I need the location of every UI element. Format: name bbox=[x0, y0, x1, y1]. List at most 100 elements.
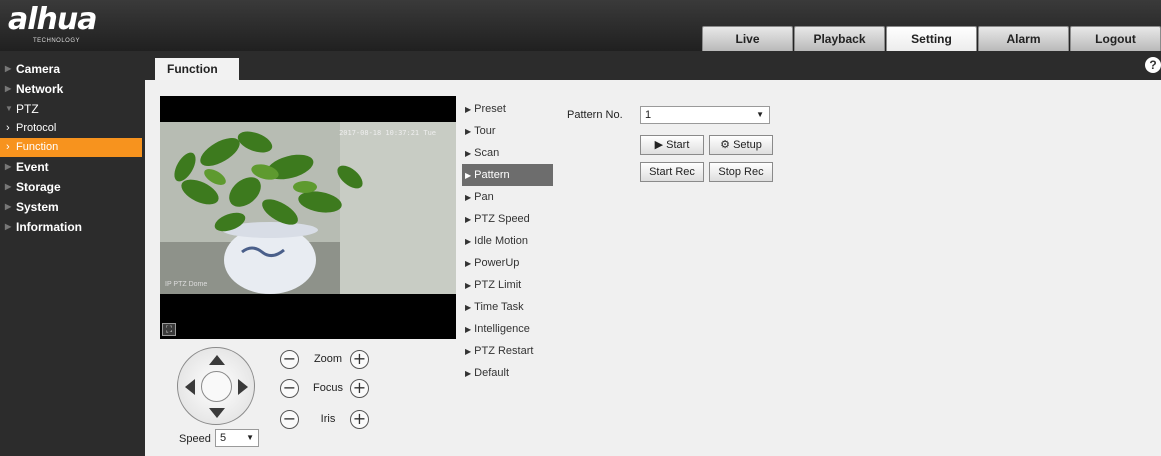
chevron-down-icon: ▼ bbox=[756, 110, 764, 119]
zoom-in-button[interactable]: + bbox=[350, 350, 369, 369]
focus-far-button[interactable]: + bbox=[350, 379, 369, 398]
sidebar-item-label: System bbox=[16, 200, 59, 214]
sidebar-item-event[interactable]: ▶ Event bbox=[0, 157, 145, 177]
fullscreen-icon[interactable]: ⛶ bbox=[162, 323, 176, 336]
start-button[interactable]: ▶ Start bbox=[640, 135, 704, 155]
speed-select[interactable]: 5 ▼ bbox=[215, 429, 259, 447]
caret-right-icon: ▶ bbox=[5, 222, 12, 231]
arrow-up-icon[interactable] bbox=[209, 355, 225, 365]
sidebar: ▶ Camera ▶ Network ▼ PTZ › Protocol › Functio… bbox=[0, 51, 145, 456]
setup-button[interactable]: ⚙ Setup bbox=[709, 135, 773, 155]
sidebar-item-label: Function bbox=[16, 141, 59, 153]
plant-image bbox=[160, 122, 456, 294]
sidebar-item-storage[interactable]: ▶ Storage bbox=[0, 177, 145, 197]
arrow-left-icon[interactable] bbox=[185, 379, 195, 395]
caret-down-icon: ▼ bbox=[5, 104, 13, 113]
focus-near-button[interactable]: − bbox=[280, 379, 299, 398]
start-rec-button[interactable]: Start Rec bbox=[640, 162, 704, 182]
menu-item-label: PTZ Speed bbox=[474, 213, 530, 225]
pad-center-button[interactable] bbox=[201, 371, 232, 402]
pattern-number-label: Pattern No. bbox=[567, 109, 623, 121]
menu-item-intelligence[interactable]: ▶ Intelligence bbox=[462, 318, 553, 340]
iris-label: Iris bbox=[320, 413, 336, 425]
menu-item-time-task[interactable]: ▶ Time Task bbox=[462, 296, 553, 318]
live-video[interactable]: 2017-08-18 10:37:21 Tue IP PTZ Dome bbox=[160, 96, 456, 339]
menu-item-powerup[interactable]: ▶ PowerUp bbox=[462, 252, 553, 274]
iris-close-button[interactable]: − bbox=[280, 410, 299, 429]
function-menu: ▶ Preset ▶ Tour ▶ Scan ▶ Pattern ▶ Pan ▶ PTZ S… bbox=[462, 98, 553, 384]
sidebar-subitem-function[interactable]: › Function bbox=[0, 138, 142, 157]
menu-item-label: Time Task bbox=[474, 301, 524, 313]
menu-item-label: Scan bbox=[474, 147, 500, 159]
sidebar-item-label: Network bbox=[16, 82, 64, 96]
sidebar-item-network[interactable]: ▶ Network bbox=[0, 79, 145, 99]
caret-right-icon: ▶ bbox=[465, 171, 472, 180]
content-header: Function ? bbox=[145, 51, 1161, 80]
caret-right-icon: ▶ bbox=[465, 369, 472, 378]
sidebar-item-label: Storage bbox=[16, 180, 61, 194]
menu-item-label: Intelligence bbox=[474, 323, 530, 335]
content-area: 2017-08-18 10:37:21 Tue IP PTZ Dome ⛶ − … bbox=[145, 80, 1161, 456]
sidebar-item-information[interactable]: ▶ Information bbox=[0, 217, 145, 237]
sidebar-item-ptz[interactable]: ▼ PTZ bbox=[0, 99, 145, 119]
caret-right-icon: ▶ bbox=[465, 347, 472, 356]
arrow-down-icon[interactable] bbox=[209, 408, 225, 418]
sidebar-subitem-protocol[interactable]: › Protocol bbox=[0, 119, 145, 138]
video-camera-name: IP PTZ Dome bbox=[165, 281, 208, 288]
zoom-out-button[interactable]: − bbox=[280, 350, 299, 369]
menu-item-label: Idle Motion bbox=[474, 235, 528, 247]
tab-function[interactable]: Function bbox=[155, 58, 239, 80]
sidebar-item-system[interactable]: ▶ System bbox=[0, 197, 145, 217]
pattern-number-value: 1 bbox=[645, 109, 652, 121]
nav-tab-setting[interactable]: Setting bbox=[886, 26, 977, 51]
menu-item-ptz-speed[interactable]: ▶ PTZ Speed bbox=[462, 208, 553, 230]
pattern-number-select[interactable]: 1 ▼ bbox=[640, 106, 770, 124]
chevron-down-icon: ▼ bbox=[246, 433, 254, 442]
zoom-label: Zoom bbox=[313, 353, 343, 365]
sidebar-item-label: PTZ bbox=[16, 102, 39, 116]
caret-right-icon: ▶ bbox=[5, 64, 12, 73]
video-timestamp: 2017-08-18 10:37:21 Tue bbox=[339, 129, 436, 137]
chevron-right-icon: › bbox=[6, 141, 10, 153]
top-nav: Live Playback Setting Alarm Logout bbox=[701, 26, 1161, 51]
brand-logo: alhua bbox=[8, 2, 97, 37]
menu-item-tour[interactable]: ▶ Tour bbox=[462, 120, 553, 142]
menu-item-ptz-limit[interactable]: ▶ PTZ Limit bbox=[462, 274, 553, 296]
caret-right-icon: ▶ bbox=[465, 193, 472, 202]
help-icon[interactable]: ? bbox=[1145, 57, 1161, 73]
nav-tab-alarm[interactable]: Alarm bbox=[978, 26, 1069, 51]
menu-item-pan[interactable]: ▶ Pan bbox=[462, 186, 553, 208]
caret-right-icon: ▶ bbox=[465, 259, 472, 268]
nav-tab-live[interactable]: Live bbox=[702, 26, 793, 51]
menu-item-preset[interactable]: ▶ Preset bbox=[462, 98, 553, 120]
menu-item-label: Pattern bbox=[474, 169, 510, 181]
nav-tab-logout[interactable]: Logout bbox=[1070, 26, 1161, 51]
speed-label: Speed bbox=[179, 433, 211, 445]
menu-item-label: PTZ Limit bbox=[474, 279, 522, 291]
menu-item-label: Pan bbox=[474, 191, 494, 203]
menu-item-idle-motion[interactable]: ▶ Idle Motion bbox=[462, 230, 553, 252]
caret-right-icon: ▶ bbox=[5, 202, 12, 211]
nav-tab-playback[interactable]: Playback bbox=[794, 26, 885, 51]
caret-right-icon: ▶ bbox=[5, 182, 12, 191]
menu-item-pattern[interactable]: ▶ Pattern bbox=[462, 164, 553, 186]
iris-open-button[interactable]: + bbox=[350, 410, 369, 429]
sidebar-item-camera[interactable]: ▶ Camera bbox=[0, 59, 145, 79]
caret-right-icon: ▶ bbox=[465, 149, 472, 158]
menu-item-label: Default bbox=[474, 367, 510, 379]
caret-right-icon: ▶ bbox=[465, 215, 472, 224]
caret-right-icon: ▶ bbox=[465, 127, 472, 136]
caret-right-icon: ▶ bbox=[5, 84, 12, 93]
stop-rec-button[interactable]: Stop Rec bbox=[709, 162, 773, 182]
menu-item-ptz-restart[interactable]: ▶ PTZ Restart bbox=[462, 340, 553, 362]
menu-item-scan[interactable]: ▶ Scan bbox=[462, 142, 553, 164]
menu-item-default[interactable]: ▶ Default bbox=[462, 362, 553, 384]
menu-item-label: Preset bbox=[474, 103, 506, 115]
arrow-right-icon[interactable] bbox=[238, 379, 248, 395]
chevron-right-icon: › bbox=[6, 122, 10, 134]
sidebar-item-label: Event bbox=[16, 160, 49, 174]
sidebar-item-label: Protocol bbox=[16, 122, 57, 134]
top-bar: alhua TECHNOLOGY Live Playback Setting A… bbox=[0, 0, 1161, 51]
sidebar-item-label: Information bbox=[16, 220, 82, 234]
focus-label: Focus bbox=[313, 382, 343, 394]
